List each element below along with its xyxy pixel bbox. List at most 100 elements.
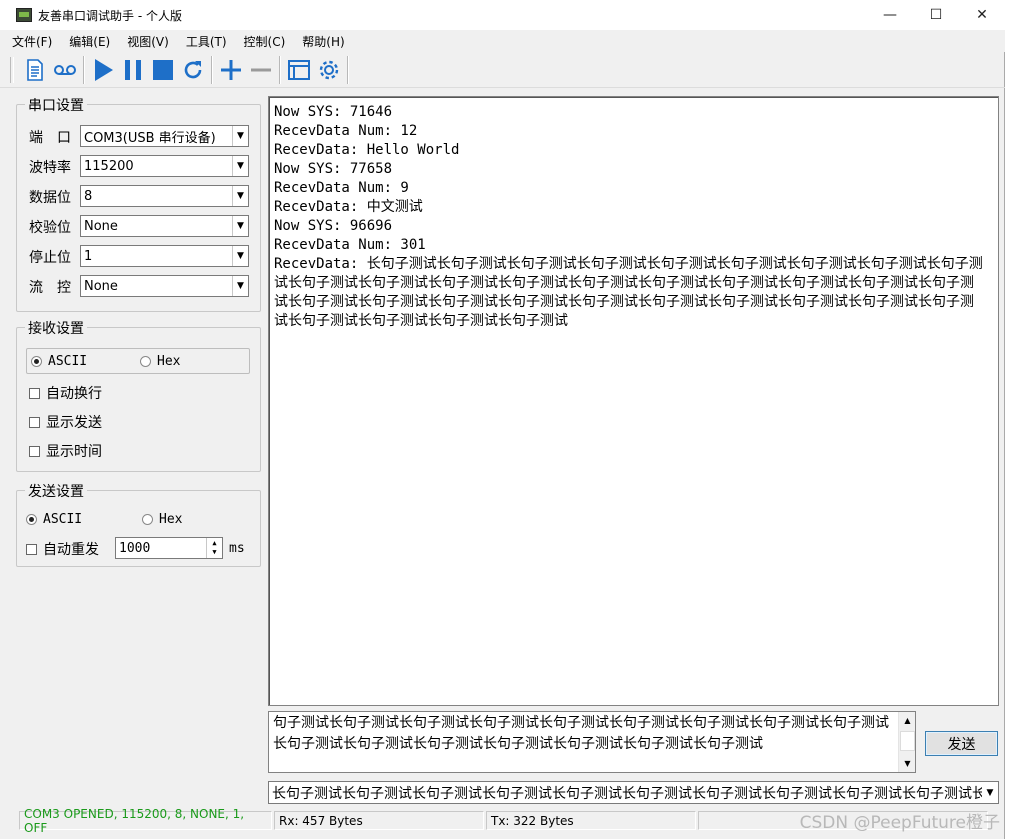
auto-resend-label: 自动重发 bbox=[43, 542, 99, 558]
radio-unselected-icon bbox=[140, 356, 151, 367]
tx-counter: Tx: 322 Bytes bbox=[486, 811, 696, 830]
add-icon[interactable] bbox=[216, 55, 246, 85]
toolbar bbox=[0, 52, 1005, 88]
data-bits-label: 数据位 bbox=[29, 190, 71, 206]
window-title: 友善串口调试助手 - 个人版 bbox=[38, 8, 182, 23]
interval-unit: ms bbox=[229, 541, 245, 556]
data-bits-value: 8 bbox=[84, 188, 93, 204]
interval-value: 1000 bbox=[119, 540, 151, 556]
menu-bar: 文件(F) 编辑(E) 视图(V) 工具(T) 控制(C) 帮助(H) bbox=[0, 30, 1005, 52]
minimize-button[interactable]: — bbox=[867, 0, 913, 30]
interval-spinbox[interactable]: 1000 ▲ ▼ bbox=[115, 537, 223, 559]
parity-select[interactable]: None ▼ bbox=[80, 215, 249, 237]
send-button[interactable]: 发送 bbox=[925, 731, 998, 756]
recv-hex-label: Hex bbox=[157, 354, 181, 369]
send-settings-title: 发送设置 bbox=[25, 481, 87, 501]
close-button[interactable]: ✕ bbox=[959, 0, 1005, 30]
stop-bits-label: 停止位 bbox=[29, 250, 71, 266]
toolbar-grip bbox=[10, 56, 14, 83]
recv-line-long: RecevData: 长句子测试长句子测试长句子测试长句子测试长句子测试长句子测… bbox=[274, 256, 983, 329]
app-window: 友善串口调试助手 - 个人版 — ☐ ✕ 文件(F) 编辑(E) 视图(V) 工… bbox=[0, 0, 1005, 839]
rx-counter: Rx: 457 Bytes bbox=[274, 811, 484, 830]
menu-file[interactable]: 文件(F) bbox=[10, 32, 54, 51]
chevron-down-icon: ▼ bbox=[232, 276, 248, 296]
radio-selected-icon bbox=[31, 356, 42, 367]
baud-value: 115200 bbox=[84, 158, 134, 174]
new-document-icon[interactable] bbox=[20, 55, 50, 85]
send-ascii-radio[interactable]: ASCII bbox=[26, 512, 82, 527]
pause-icon[interactable] bbox=[118, 55, 148, 85]
data-bits-select[interactable]: 8 ▼ bbox=[80, 185, 249, 207]
show-time-label: 显示时间 bbox=[46, 444, 102, 460]
send-textarea[interactable]: 句子测试长句子测试长句子测试长句子测试长句子测试长句子测试长句子测试长句子测试长… bbox=[268, 711, 916, 773]
baud-label: 波特率 bbox=[29, 160, 71, 176]
auto-wrap-label: 自动换行 bbox=[46, 386, 102, 402]
scroll-thumb[interactable] bbox=[900, 731, 915, 751]
checkbox-icon bbox=[26, 543, 37, 555]
send-scrollbar[interactable]: ▲ ▼ bbox=[898, 712, 915, 772]
checkbox-icon bbox=[29, 445, 40, 457]
menu-help[interactable]: 帮助(H) bbox=[300, 32, 346, 51]
chevron-down-icon: ▼ bbox=[232, 246, 248, 266]
menu-tools[interactable]: 工具(T) bbox=[184, 32, 229, 51]
remove-icon[interactable] bbox=[246, 55, 276, 85]
baud-select[interactable]: 115200 ▼ bbox=[80, 155, 249, 177]
toolbar-separator bbox=[279, 55, 281, 84]
auto-wrap-checkbox[interactable]: 自动换行 bbox=[29, 383, 102, 403]
settings-icon[interactable] bbox=[314, 55, 344, 85]
recv-hex-radio[interactable]: Hex bbox=[140, 354, 180, 369]
send-hex-radio[interactable]: Hex bbox=[142, 512, 182, 527]
flow-control-select[interactable]: None ▼ bbox=[80, 275, 249, 297]
recv-line: Now SYS: 96696 bbox=[274, 218, 393, 234]
watermark: CSDN @PeepFuture橙子 bbox=[799, 813, 1000, 833]
recv-ascii-label: ASCII bbox=[48, 354, 88, 369]
window-controls: — ☐ ✕ bbox=[867, 0, 1005, 30]
background-strip bbox=[1006, 0, 1016, 839]
port-settings-title: 串口设置 bbox=[25, 95, 87, 115]
chevron-down-icon: ▼ bbox=[232, 156, 248, 176]
flow-control-label: 流 控 bbox=[29, 280, 71, 296]
send-ascii-label: ASCII bbox=[43, 512, 83, 527]
show-sent-checkbox[interactable]: 显示发送 bbox=[29, 412, 102, 432]
recv-ascii-radio[interactable]: ASCII bbox=[31, 354, 87, 369]
toolbar-separator bbox=[83, 55, 85, 84]
window-icon[interactable] bbox=[284, 55, 314, 85]
port-status: COM3 OPENED, 115200, 8, NONE, 1, OFF bbox=[19, 807, 272, 835]
scroll-down-icon[interactable]: ▼ bbox=[899, 755, 915, 772]
recv-line: RecevData: Hello World bbox=[274, 142, 460, 158]
recv-line: RecevData Num: 301 bbox=[274, 237, 426, 253]
checkbox-icon bbox=[29, 387, 40, 399]
recv-line: RecevData: 中文测试 bbox=[274, 199, 423, 215]
recv-line: RecevData Num: 9 bbox=[274, 180, 409, 196]
menu-edit[interactable]: 编辑(E) bbox=[67, 32, 112, 51]
play-icon[interactable] bbox=[88, 55, 118, 85]
checkbox-icon bbox=[29, 416, 40, 428]
send-text: 句子测试长句子测试长句子测试长句子测试长句子测试长句子测试长句子测试长句子测试长… bbox=[273, 715, 889, 752]
spinner-icon[interactable]: ▲ ▼ bbox=[206, 538, 222, 558]
chevron-down-icon: ▼ bbox=[232, 186, 248, 206]
send-hex-label: Hex bbox=[159, 512, 183, 527]
menu-control[interactable]: 控制(C) bbox=[242, 32, 288, 51]
record-icon[interactable] bbox=[50, 55, 80, 85]
radio-unselected-icon bbox=[142, 514, 153, 525]
send-history-value: 长句子测试长句子测试长句子测试长句子测试长句子测试长句子测试长句子测试长句子测试… bbox=[272, 785, 982, 802]
recv-line: RecevData Num: 12 bbox=[274, 123, 418, 139]
scroll-up-icon[interactable]: ▲ bbox=[899, 712, 915, 729]
stop-bits-select[interactable]: 1 ▼ bbox=[80, 245, 249, 267]
chevron-down-icon: ▼ bbox=[232, 216, 248, 236]
receive-textarea[interactable]: Now SYS: 71646 RecevData Num: 12 RecevDa… bbox=[268, 96, 999, 706]
auto-resend-checkbox[interactable]: 自动重发 bbox=[26, 539, 99, 559]
recv-line: Now SYS: 77658 bbox=[274, 161, 393, 177]
refresh-icon[interactable] bbox=[178, 55, 208, 85]
send-history-select[interactable]: 长句子测试长句子测试长句子测试长句子测试长句子测试长句子测试长句子测试长句子测试… bbox=[268, 781, 999, 804]
stop-icon[interactable] bbox=[148, 55, 178, 85]
show-sent-label: 显示发送 bbox=[46, 415, 102, 431]
menu-view[interactable]: 视图(V) bbox=[125, 32, 171, 51]
show-time-checkbox[interactable]: 显示时间 bbox=[29, 441, 102, 461]
maximize-button[interactable]: ☐ bbox=[913, 0, 959, 30]
app-icon bbox=[16, 8, 32, 22]
port-select[interactable]: COM3(USB 串行设备) ▼ bbox=[80, 125, 249, 147]
chevron-down-icon: ▼ bbox=[232, 126, 248, 146]
title-bar: 友善串口调试助手 - 个人版 — ☐ ✕ bbox=[0, 0, 1005, 30]
recv-line: Now SYS: 71646 bbox=[274, 104, 393, 120]
